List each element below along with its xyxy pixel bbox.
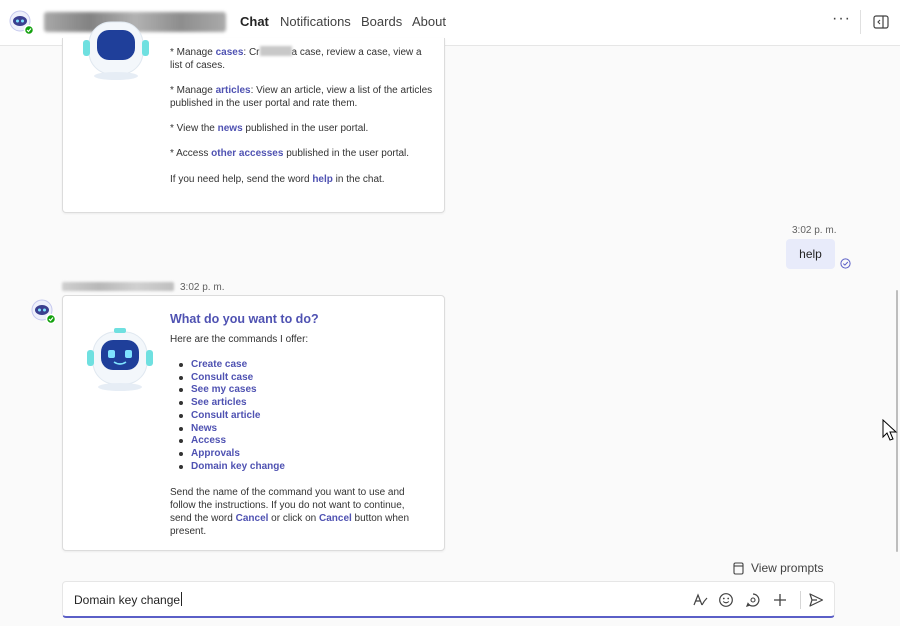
command-list: Create case Consult case See my cases Se…: [179, 359, 285, 474]
bot-welcome-card: * Manage cases: Cr a case, review a case,…: [62, 21, 445, 213]
view-prompts-label: View prompts: [751, 561, 824, 575]
compose-divider: [800, 591, 801, 609]
command-news[interactable]: News: [179, 423, 285, 436]
compose-box[interactable]: Domain key change: [62, 581, 835, 618]
seen-check-icon: [840, 258, 851, 269]
robot-icon: [87, 328, 153, 391]
side-panel-icon[interactable]: [873, 15, 889, 29]
message-input[interactable]: Domain key change: [74, 592, 183, 607]
cancel-button-ref: Cancel: [318, 513, 352, 524]
bot-sender-name-redacted: [62, 282, 174, 291]
command-consult-case[interactable]: Consult case: [179, 372, 285, 385]
mouse-cursor-icon: [882, 419, 898, 441]
bot-message-time: 3:02 p. m.: [180, 282, 225, 293]
robot-icon: [83, 21, 149, 80]
link-news[interactable]: news: [218, 123, 243, 134]
bot-commands-card: What do you want to do? Here are the com…: [62, 295, 445, 551]
command-see-articles[interactable]: See articles: [179, 397, 285, 410]
line-manage-cases: * Manage cases: Cr a case, review a case,…: [170, 46, 422, 71]
header-divider: [860, 10, 861, 34]
command-consult-article[interactable]: Consult article: [179, 410, 285, 423]
bot-app-icon: [9, 10, 35, 36]
tab-about[interactable]: About: [412, 14, 446, 29]
my-message-time: 3:02 p. m.: [792, 225, 837, 236]
link-other-accesses[interactable]: other accesses: [211, 148, 283, 159]
card-instructions: Send the name of the command you want to…: [170, 487, 410, 537]
link-help[interactable]: help: [312, 174, 333, 185]
command-approvals[interactable]: Approvals: [179, 448, 285, 461]
link-articles[interactable]: articles: [216, 85, 251, 96]
card-title: What do you want to do?: [170, 312, 319, 326]
text-caret: [181, 592, 183, 606]
loop-icon[interactable]: [745, 592, 761, 608]
send-icon[interactable]: [808, 592, 824, 608]
my-message-bubble[interactable]: help: [786, 239, 835, 269]
command-see-my-cases[interactable]: See my cases: [179, 384, 285, 397]
command-access[interactable]: Access: [179, 435, 285, 448]
line-access: * Access other accesses published in the…: [170, 148, 410, 159]
tab-boards[interactable]: Boards: [361, 14, 402, 29]
format-icon[interactable]: [692, 592, 708, 608]
prompts-icon: [733, 562, 744, 575]
command-create-case[interactable]: Create case: [179, 359, 285, 372]
line-manage-articles: * Manage articles: View an article, view…: [170, 85, 433, 109]
card-subtitle: Here are the commands I offer:: [170, 334, 309, 345]
line-help: If you need help, send the word help in …: [170, 174, 385, 185]
command-domain-key-change[interactable]: Domain key change: [179, 461, 285, 474]
tab-chat[interactable]: Chat: [240, 14, 269, 29]
bot-avatar[interactable]: [31, 299, 57, 325]
more-options-button[interactable]: ···: [832, 10, 851, 28]
redacted-text: [259, 46, 292, 56]
tab-notifications[interactable]: Notifications: [280, 14, 351, 29]
link-cases[interactable]: cases: [216, 47, 244, 58]
cancel-word: Cancel: [235, 513, 269, 524]
emoji-icon[interactable]: [718, 592, 734, 608]
line-view-news: * View the news published in the user po…: [170, 123, 369, 134]
add-icon[interactable]: [772, 592, 788, 608]
